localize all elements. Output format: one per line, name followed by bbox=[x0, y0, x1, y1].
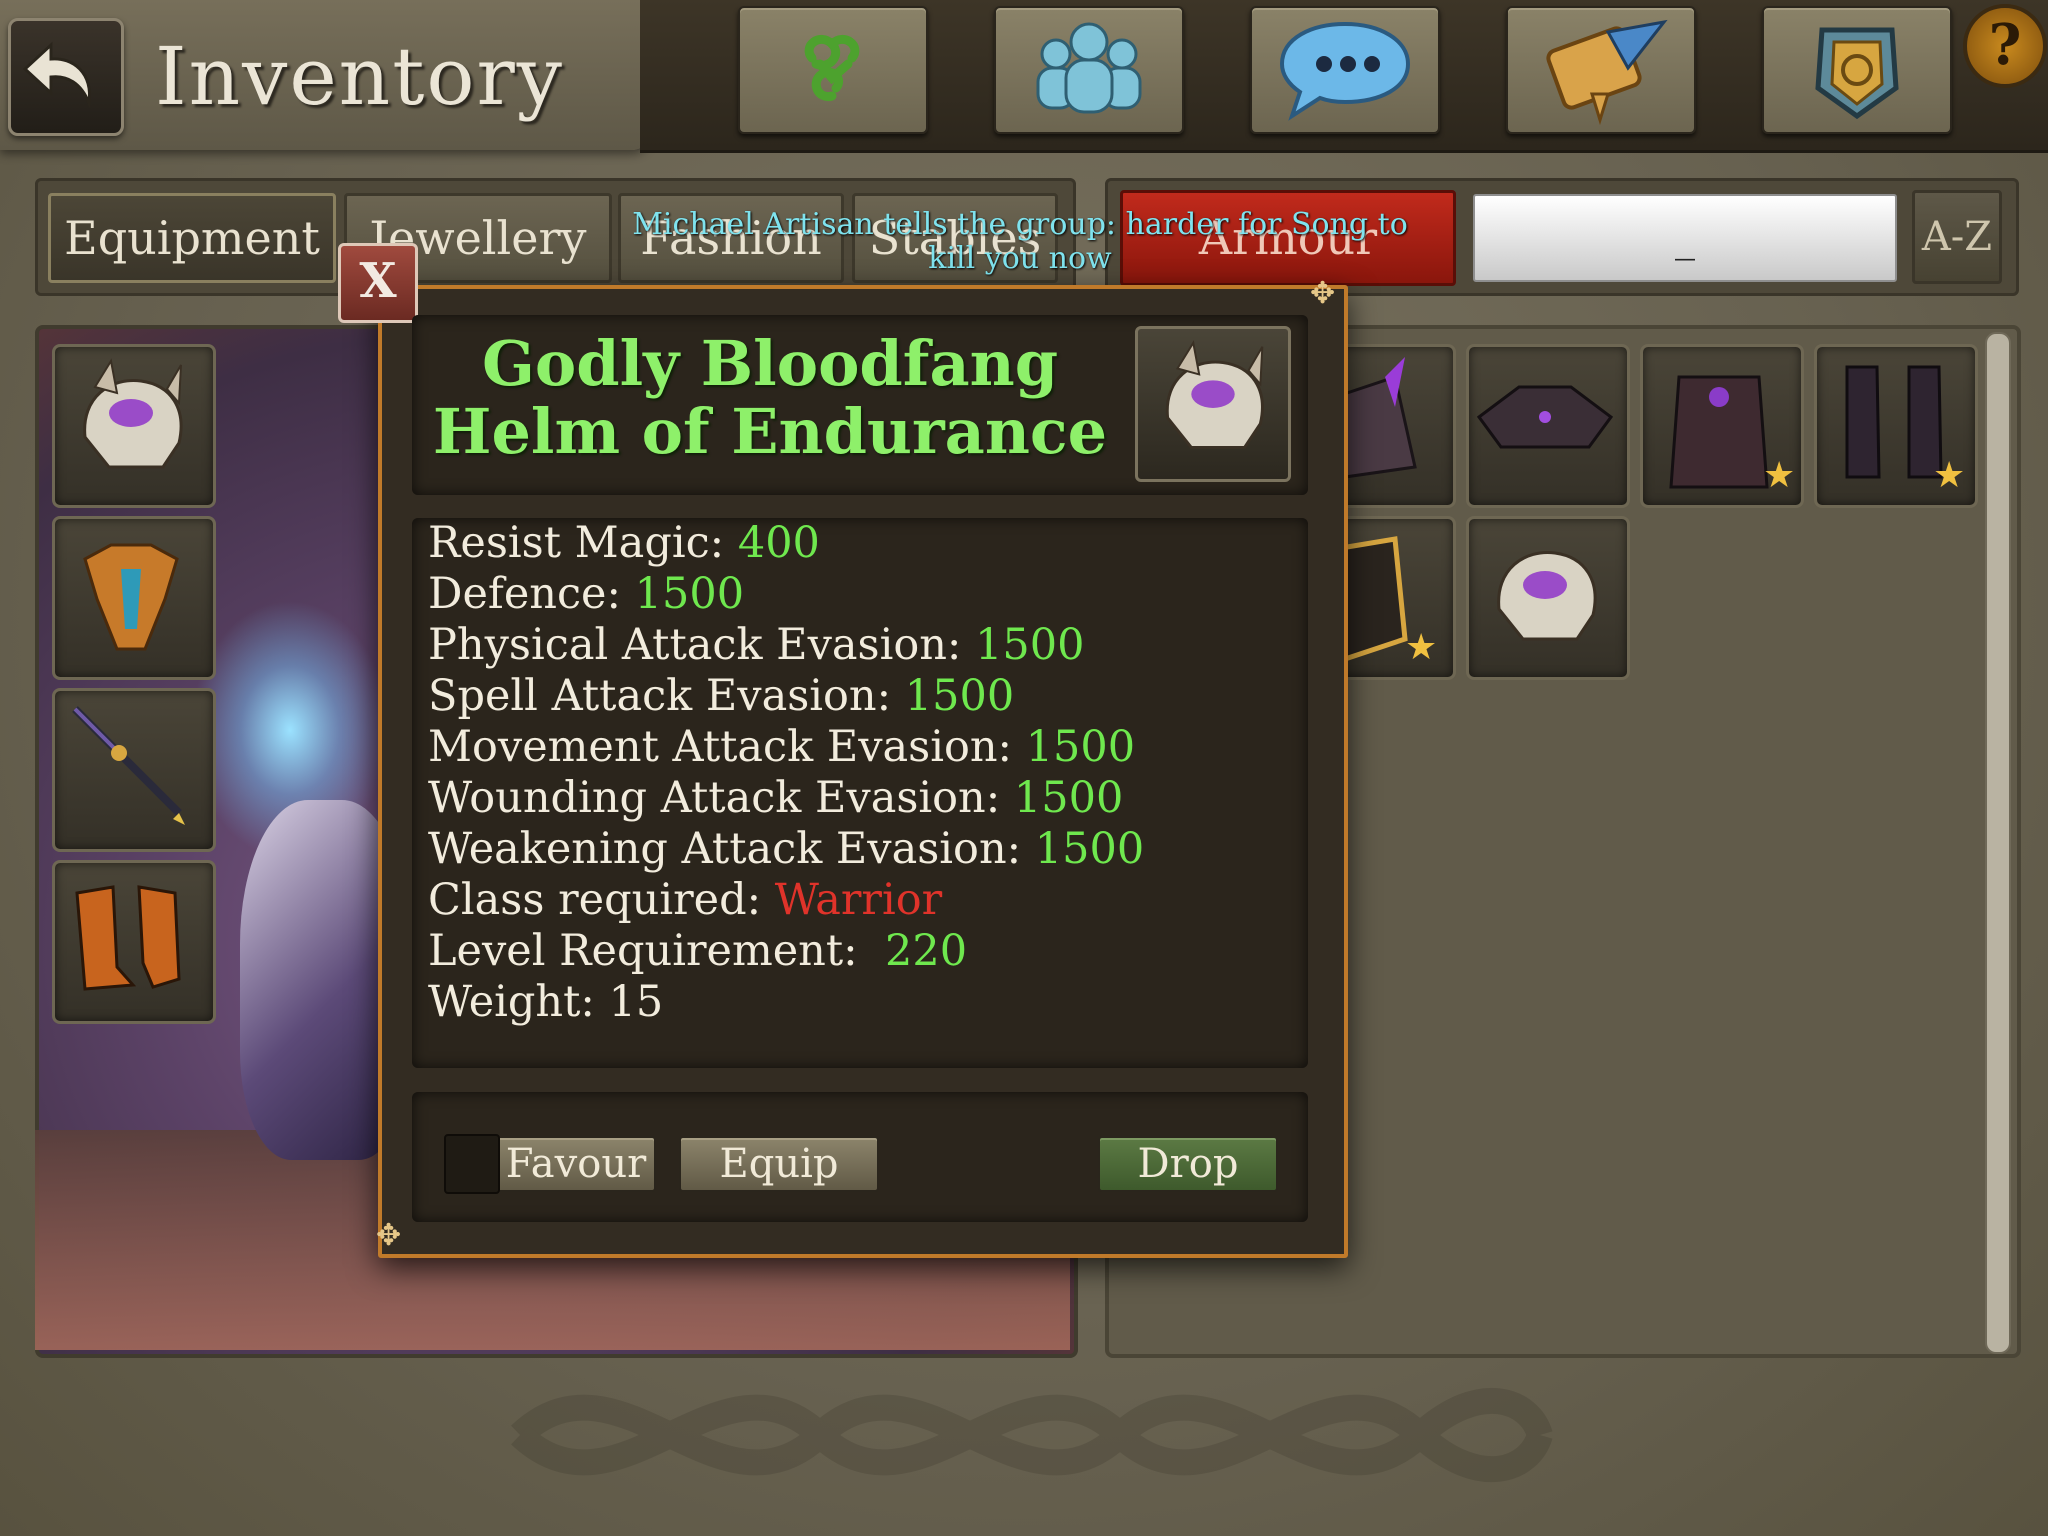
stat-label: Class required: bbox=[428, 875, 762, 925]
pauldrons-icon bbox=[1476, 385, 1614, 449]
back-button[interactable] bbox=[8, 18, 124, 136]
class-required-value: Warrior bbox=[774, 875, 943, 925]
stat-value: 1500 bbox=[634, 569, 745, 619]
inventory-slot[interactable] bbox=[1466, 344, 1630, 508]
skull-helm-icon bbox=[1497, 551, 1597, 641]
skull-helm-icon bbox=[1165, 340, 1264, 449]
equip-slot-chest[interactable] bbox=[52, 516, 216, 680]
tab-equipment[interactable]: Equipment bbox=[48, 193, 336, 283]
chat-button[interactable] bbox=[1250, 6, 1440, 134]
stat-label: Resist Magic: bbox=[428, 518, 725, 568]
guild-button[interactable] bbox=[1762, 6, 1952, 134]
stat-label: Defence: bbox=[428, 569, 621, 619]
stat-row: Wounding Attack Evasion: 1500 bbox=[428, 773, 1123, 823]
stat-value: 1500 bbox=[904, 671, 1015, 721]
inventory-slot[interactable]: ★ bbox=[1814, 344, 1978, 508]
item-name: Godly Bloodfang Helm of Endurance bbox=[432, 327, 1108, 468]
stat-label: Physical Attack Evasion: bbox=[428, 620, 962, 670]
close-button[interactable]: X bbox=[338, 243, 418, 323]
group-button[interactable] bbox=[994, 6, 1184, 134]
stat-value: 1500 bbox=[1034, 824, 1145, 874]
inventory-slot[interactable]: ★ bbox=[1640, 344, 1804, 508]
dark-chest-armor-icon: ★ bbox=[1669, 375, 1795, 496]
stat-row: Movement Attack Evasion: 1500 bbox=[428, 722, 1135, 772]
celtic-knot-ornament bbox=[511, 1387, 1553, 1483]
svg-text:★: ★ bbox=[1405, 627, 1437, 668]
corner-ornament-icon: ✥ bbox=[376, 1218, 402, 1253]
quest-button[interactable] bbox=[1506, 6, 1696, 134]
stat-row: Class required: Warrior bbox=[428, 875, 942, 925]
skull-helm-icon bbox=[83, 358, 183, 469]
stat-label: Weight: bbox=[428, 977, 595, 1027]
stat-label: Movement Attack Evasion: bbox=[428, 722, 1013, 772]
stat-label: Wounding Attack Evasion: bbox=[428, 773, 1001, 823]
guild-shield-icon bbox=[1815, 27, 1899, 120]
inventory-slot[interactable] bbox=[1466, 516, 1630, 680]
corner-ornament-icon: ✥ bbox=[1310, 276, 1336, 311]
dark-boots-icon: ★ bbox=[1845, 365, 1965, 496]
group-icon bbox=[1036, 22, 1142, 114]
equip-slot-weapon[interactable] bbox=[52, 688, 216, 852]
stat-value: 220 bbox=[885, 926, 968, 976]
item-icon-frame bbox=[1135, 326, 1291, 482]
stat-row: Defence: 1500 bbox=[428, 569, 744, 619]
stat-row: Resist Magic: 400 bbox=[428, 518, 820, 568]
stat-label: Level Requirement: bbox=[428, 926, 858, 976]
svg-text:★: ★ bbox=[1763, 455, 1795, 496]
stat-label: Spell Attack Evasion: bbox=[428, 671, 892, 721]
drop-button[interactable]: Drop bbox=[1098, 1136, 1278, 1192]
equip-slot-helm[interactable] bbox=[52, 344, 216, 508]
stat-value: 1500 bbox=[1025, 722, 1136, 772]
equip-slot-boots[interactable] bbox=[52, 860, 216, 1024]
stat-row: Weakening Attack Evasion: 1500 bbox=[428, 824, 1144, 874]
stat-value: 400 bbox=[737, 518, 820, 568]
stat-label: Weakening Attack Evasion: bbox=[428, 824, 1022, 874]
chest-armor-icon bbox=[83, 543, 179, 651]
spiral-icon bbox=[804, 34, 860, 102]
back-arrow-icon bbox=[22, 41, 91, 109]
favour-checkbox[interactable] bbox=[444, 1134, 500, 1194]
stat-value: 1500 bbox=[975, 620, 1085, 670]
boots-icon bbox=[75, 885, 181, 991]
help-button[interactable]: ? bbox=[1963, 4, 2047, 88]
stat-value: 15 bbox=[608, 977, 664, 1027]
svg-text:★: ★ bbox=[1933, 455, 1965, 496]
quest-scroll-icon bbox=[1546, 19, 1668, 126]
chat-message: Michael Artisan tells the group: harder … bbox=[632, 207, 1408, 276]
page-title: Inventory bbox=[155, 30, 564, 123]
stat-row: Level Requirement: 220 bbox=[428, 926, 967, 976]
sword-icon bbox=[72, 706, 185, 825]
inventory-scrollbar[interactable] bbox=[1985, 332, 2011, 1354]
sort-az-button[interactable]: A-Z bbox=[1912, 190, 2002, 284]
search-input[interactable]: _ bbox=[1473, 194, 1897, 282]
stat-row: Spell Attack Evasion: 1500 bbox=[428, 671, 1014, 721]
stat-row: Physical Attack Evasion: 1500 bbox=[428, 620, 1085, 670]
favour-label: Favour bbox=[505, 1141, 647, 1187]
stat-value: 1500 bbox=[1013, 773, 1124, 823]
spiral-button[interactable] bbox=[738, 6, 928, 134]
chat-icon bbox=[1279, 21, 1411, 121]
stat-row: Weight: 15 bbox=[428, 977, 663, 1027]
equip-button[interactable]: Equip bbox=[679, 1136, 879, 1192]
